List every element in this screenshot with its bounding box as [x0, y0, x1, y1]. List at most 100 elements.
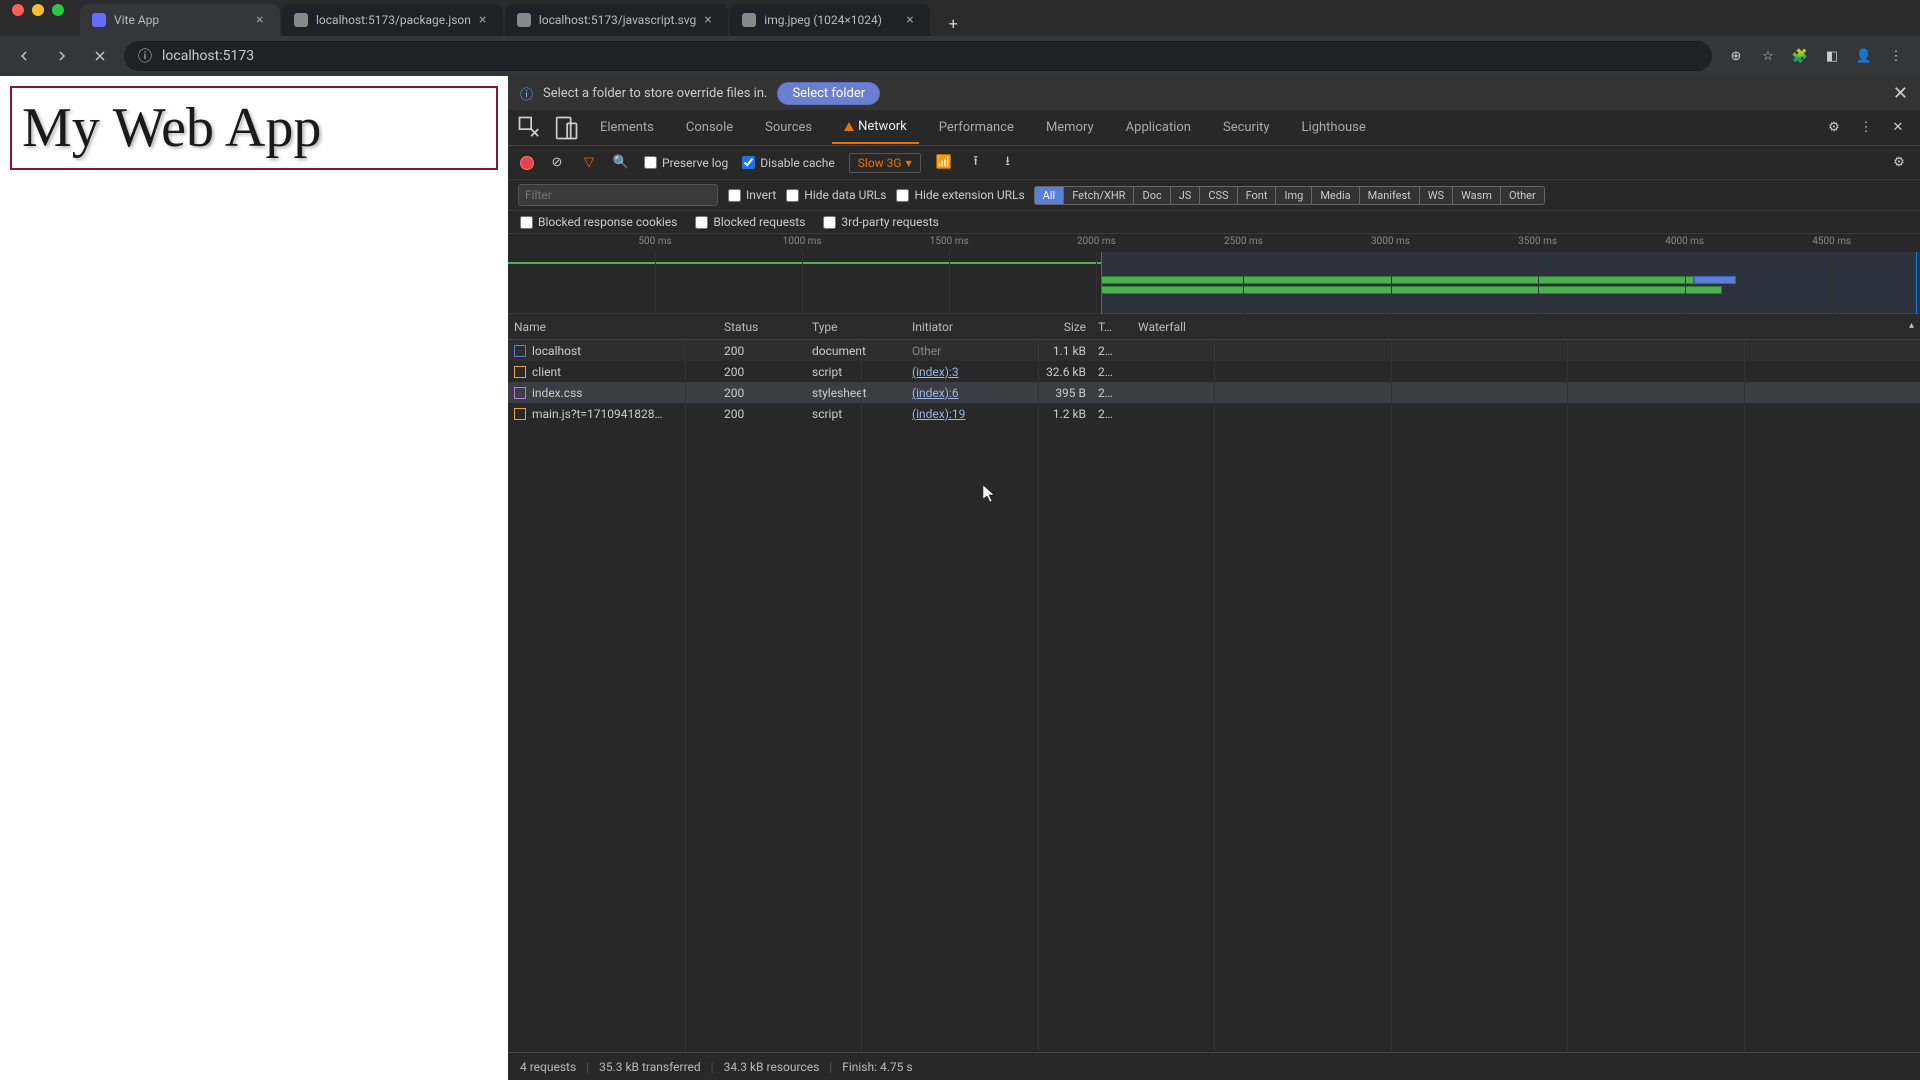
profile-icon[interactable]: 👤 — [1850, 42, 1878, 70]
col-size[interactable]: Size — [1022, 320, 1092, 334]
request-name: index.css — [532, 386, 582, 400]
devtools-close-icon[interactable]: ✕ — [1884, 114, 1912, 142]
size-cell: 1.1 kB — [1022, 344, 1092, 358]
filter-toggle-icon[interactable]: ▽ — [580, 154, 598, 172]
size-cell: 395 B — [1022, 386, 1092, 400]
tab-favicon-icon — [742, 13, 756, 27]
type-filter-img[interactable]: Img — [1275, 186, 1312, 205]
dismiss-infobar-button[interactable]: ✕ — [1893, 83, 1908, 104]
network-settings-icon[interactable]: ⚙ — [1890, 154, 1908, 172]
tab-close-icon[interactable]: × — [906, 12, 918, 28]
status-transferred: 35.3 kB transferred — [599, 1060, 701, 1074]
browser-tab[interactable]: img.jpeg (1024×1024) × — [730, 4, 930, 36]
devtools-more-icon[interactable]: ⋮ — [1852, 114, 1880, 142]
site-info-icon[interactable]: ⓘ — [138, 46, 152, 66]
browser-tab[interactable]: Vite App × — [80, 4, 280, 36]
page-title: My Web App — [22, 96, 486, 160]
inspect-element-icon[interactable] — [516, 114, 544, 142]
sidepanel-icon[interactable]: ◧ — [1818, 42, 1846, 70]
tab-close-icon[interactable]: × — [704, 12, 716, 28]
initiator-link[interactable]: (index):3 — [912, 365, 959, 379]
tab-title: Vite App — [114, 13, 248, 27]
tab-title: img.jpeg (1024×1024) — [764, 13, 898, 27]
timeline-tick: 2500 ms — [1224, 236, 1263, 247]
devtools-tab-memory[interactable]: Memory — [1034, 112, 1106, 143]
type-filter-font[interactable]: Font — [1237, 186, 1277, 205]
devtools-tab-elements[interactable]: Elements — [588, 112, 666, 143]
search-icon[interactable]: 🔍 — [612, 154, 630, 172]
maximize-window-icon[interactable] — [52, 4, 64, 16]
browser-tab[interactable]: localhost:5173/javascript.svg× — [505, 4, 728, 36]
col-type[interactable]: Type — [806, 320, 906, 334]
record-button[interactable] — [520, 156, 534, 170]
type-filter-css[interactable]: CSS — [1199, 186, 1237, 205]
hide-data-urls-checkbox[interactable]: Hide data URLs — [786, 188, 886, 202]
type-filter-wasm[interactable]: Wasm — [1452, 186, 1501, 205]
col-waterfall[interactable]: Waterfall▴ — [1132, 320, 1920, 334]
type-filter-all[interactable]: All — [1034, 186, 1065, 205]
blocked-requests-checkbox[interactable]: Blocked requests — [695, 215, 805, 229]
network-status-bar: 4 requests| 35.3 kB transferred| 34.3 kB… — [508, 1052, 1920, 1080]
third-party-checkbox[interactable]: 3rd-party requests — [823, 215, 938, 229]
type-filter-js[interactable]: JS — [1170, 186, 1201, 205]
type-filter-media[interactable]: Media — [1311, 186, 1359, 205]
forward-button[interactable] — [48, 42, 76, 70]
type-filter-fetchxhr[interactable]: Fetch/XHR — [1063, 186, 1134, 205]
filter-input[interactable] — [518, 184, 718, 206]
invert-checkbox[interactable]: Invert — [728, 188, 776, 202]
blocked-cookies-checkbox[interactable]: Blocked response cookies — [520, 215, 677, 229]
select-folder-button[interactable]: Select folder — [777, 82, 880, 105]
extensions-icon[interactable]: 🧩 — [1786, 42, 1814, 70]
col-time[interactable]: T… — [1092, 320, 1132, 334]
new-tab-button[interactable]: + — [940, 10, 966, 36]
minimize-window-icon[interactable] — [32, 4, 44, 16]
browser-menu-icon[interactable]: ⋮ — [1882, 42, 1910, 70]
devtools-tab-network[interactable]: Network — [832, 111, 919, 144]
status-finish: Finish: 4.75 s — [842, 1060, 912, 1074]
back-button[interactable] — [10, 42, 38, 70]
type-filter-doc[interactable]: Doc — [1133, 186, 1170, 205]
device-toolbar-icon[interactable] — [552, 114, 580, 142]
disable-cache-checkbox[interactable]: Disable cache — [742, 156, 835, 170]
initiator-link[interactable]: (index):19 — [912, 407, 965, 421]
col-initiator[interactable]: Initiator — [906, 320, 1022, 334]
tab-title: localhost:5173/package.json — [316, 13, 471, 27]
table-header[interactable]: Name Status Type Initiator Size T… Water… — [508, 314, 1920, 340]
reload-button[interactable] — [86, 42, 114, 70]
devtools-tab-security[interactable]: Security — [1211, 112, 1282, 143]
type-filter-manifest[interactable]: Manifest — [1359, 186, 1420, 205]
timeline-tick: 1500 ms — [930, 236, 969, 247]
devtools-tab-lighthouse[interactable]: Lighthouse — [1290, 112, 1378, 143]
size-cell: 1.2 kB — [1022, 407, 1092, 421]
col-name[interactable]: Name — [508, 320, 718, 334]
tab-close-icon[interactable]: × — [256, 12, 268, 28]
clear-button[interactable]: ⊘ — [548, 154, 566, 172]
devtools-tab-console[interactable]: Console — [674, 112, 745, 143]
timeline-tick: 3000 ms — [1371, 236, 1410, 247]
initiator-link[interactable]: (index):6 — [912, 386, 959, 400]
type-filter-other[interactable]: Other — [1500, 186, 1545, 205]
tab-close-icon[interactable]: × — [479, 12, 491, 28]
bookmark-icon[interactable]: ☆ — [1754, 42, 1782, 70]
preserve-log-checkbox[interactable]: Preserve log — [644, 156, 728, 170]
devtools-tab-sources[interactable]: Sources — [753, 112, 824, 143]
tab-favicon-icon — [517, 13, 531, 27]
browser-tab[interactable]: localhost:5173/package.json × — [282, 4, 503, 36]
devtools-tab-application[interactable]: Application — [1114, 112, 1203, 143]
zoom-icon[interactable]: ⊕ — [1722, 42, 1750, 70]
export-har-icon[interactable]: ⭱ — [967, 154, 985, 172]
browser-navbar: ⓘ localhost:5173 ⊕ ☆ 🧩 ◧ 👤 ⋮ — [0, 36, 1920, 76]
app-container: My Web App — [10, 86, 498, 170]
hide-extension-urls-checkbox[interactable]: Hide extension URLs — [896, 188, 1024, 202]
import-har-icon[interactable]: ⭳ — [999, 154, 1017, 172]
throttling-select[interactable]: Slow 3G▾ — [849, 153, 921, 173]
col-status[interactable]: Status — [718, 320, 806, 334]
devtools-tab-performance[interactable]: Performance — [927, 112, 1026, 143]
network-conditions-icon[interactable]: 📶 — [935, 154, 953, 172]
time-cell: 2… — [1092, 407, 1132, 421]
type-filter-ws[interactable]: WS — [1419, 186, 1453, 205]
close-window-icon[interactable] — [12, 4, 24, 16]
url-bar[interactable]: ⓘ localhost:5173 — [124, 41, 1712, 71]
network-overview-timeline[interactable]: 500 ms1000 ms1500 ms2000 ms2500 ms3000 m… — [508, 234, 1920, 314]
devtools-settings-icon[interactable]: ⚙ — [1820, 114, 1848, 142]
